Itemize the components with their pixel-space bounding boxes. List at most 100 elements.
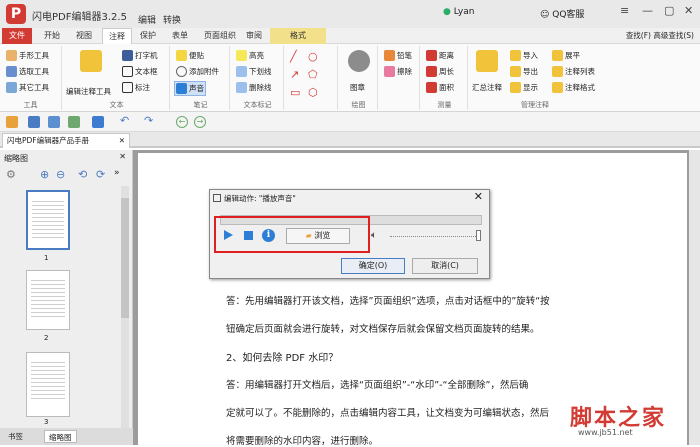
- stop-icon[interactable]: [244, 231, 253, 240]
- other-tools-button[interactable]: 其它工具: [6, 82, 49, 93]
- tools-icon: [6, 82, 17, 93]
- gear-icon[interactable]: ⚙: [6, 168, 16, 181]
- select-tool-label: 选取工具: [19, 67, 49, 76]
- play-icon[interactable]: [224, 230, 233, 240]
- ruler-icon: [426, 50, 437, 61]
- advanced-find-link[interactable]: 高级查找(S): [653, 31, 694, 40]
- cloud-icon[interactable]: [92, 116, 104, 128]
- circle-icon[interactable]: ○: [308, 50, 318, 63]
- polygon-icon[interactable]: ⬠: [308, 68, 318, 81]
- strikethrough-button[interactable]: 删除线: [236, 82, 272, 93]
- ok-button[interactable]: 确定(O): [341, 258, 405, 274]
- sound-button[interactable]: 声音: [174, 81, 206, 96]
- distance-button[interactable]: 距离: [426, 50, 454, 61]
- tab-page-organize[interactable]: 页面组织: [198, 28, 242, 44]
- minimize-icon[interactable]: —: [642, 4, 653, 17]
- attach-file-button[interactable]: 添加附件: [176, 66, 219, 77]
- stamp-button[interactable]: 图章: [350, 82, 365, 93]
- context-tab-convert[interactable]: 转换: [163, 13, 181, 26]
- page-thumbnail[interactable]: [26, 190, 70, 250]
- close-icon[interactable]: ✕: [684, 4, 693, 17]
- line-icon[interactable]: ╱: [290, 50, 297, 63]
- tab-bookmarks[interactable]: 书签: [4, 430, 27, 443]
- select-tool-button[interactable]: 选取工具: [6, 66, 49, 77]
- dialog-close-icon[interactable]: ✕: [474, 190, 483, 203]
- tab-review[interactable]: 审阅: [240, 28, 268, 44]
- more-icon[interactable]: »: [114, 168, 120, 178]
- tab-format[interactable]: 格式: [270, 28, 326, 44]
- info-icon[interactable]: i: [262, 229, 275, 242]
- panel-close-icon[interactable]: ✕: [119, 152, 126, 161]
- typewriter-button[interactable]: 打字机: [122, 50, 158, 61]
- perimeter-button[interactable]: 周长: [426, 66, 454, 77]
- textbox-button[interactable]: 文本框: [122, 66, 158, 77]
- open-icon[interactable]: [6, 116, 18, 128]
- flatten-label: 展平: [565, 51, 580, 60]
- panel-scrollbar[interactable]: [121, 186, 129, 441]
- maximize-icon[interactable]: ▢: [664, 4, 674, 17]
- callout-label: 标注: [135, 83, 150, 92]
- cancel-button[interactable]: 取消(C): [412, 258, 478, 274]
- area-button[interactable]: 面积: [426, 82, 454, 93]
- summarize-button[interactable]: 汇总注释: [472, 82, 502, 93]
- group-notes: 便贴 添加附件 声音 笔记: [172, 46, 230, 110]
- page-number: 1: [44, 254, 49, 262]
- pencil-button[interactable]: 铅笔: [384, 50, 412, 61]
- export-button[interactable]: 导出: [510, 66, 538, 77]
- summarize-label: 汇总注释: [472, 83, 502, 92]
- undo-icon[interactable]: ↶: [120, 114, 132, 127]
- rectangle-icon[interactable]: ▭: [290, 86, 300, 99]
- zoom-in-icon[interactable]: ⊕: [40, 168, 49, 181]
- import-button[interactable]: 导入: [510, 50, 538, 61]
- zoom-out-icon[interactable]: ⊖: [56, 168, 65, 181]
- user-area[interactable]: ● Lyan: [443, 7, 474, 17]
- print-icon[interactable]: [48, 116, 60, 128]
- quick-access-toolbar: ↶ ↷ ← →: [0, 112, 700, 132]
- page-thumbnail[interactable]: [26, 352, 70, 417]
- panel-scroll-thumb[interactable]: [121, 198, 129, 318]
- stamp-label: 图章: [350, 83, 365, 92]
- rotate-right-icon[interactable]: ⟳: [96, 168, 105, 181]
- distance-label: 距离: [439, 51, 454, 60]
- tab-home[interactable]: 开始: [38, 28, 66, 44]
- context-tab-edit[interactable]: 编辑: [138, 13, 156, 26]
- callout-button[interactable]: 标注: [122, 82, 150, 93]
- volume-slider-handle[interactable]: [476, 230, 481, 241]
- tab-view[interactable]: 视图: [70, 28, 98, 44]
- section-heading: 2、如何去除 PDF 水印？: [226, 353, 339, 364]
- edit-annotation-label: 编辑注释工具: [66, 87, 111, 96]
- rotate-left-icon[interactable]: ⟲: [78, 168, 87, 181]
- show-button[interactable]: 显示: [510, 82, 538, 93]
- annotation-format-button[interactable]: 注释格式: [552, 82, 595, 93]
- tab-form[interactable]: 表单: [166, 28, 194, 44]
- eraser-button[interactable]: 擦除: [384, 66, 412, 77]
- forward-icon[interactable]: →: [194, 116, 206, 128]
- arrow-icon[interactable]: ↗: [290, 68, 299, 81]
- save-icon[interactable]: [28, 116, 40, 128]
- edit-annotation-tool-button[interactable]: 编辑注释工具: [66, 86, 111, 97]
- find-link[interactable]: 查找(F): [626, 31, 651, 40]
- tab-thumbnails[interactable]: 缩略图: [44, 430, 77, 443]
- volume-slider[interactable]: [390, 236, 480, 237]
- pentagon-icon[interactable]: ⬡: [308, 86, 318, 99]
- document-scrollbar[interactable]: [689, 150, 700, 445]
- tab-protect[interactable]: 保护: [134, 28, 162, 44]
- flatten-button[interactable]: 展平: [552, 50, 580, 61]
- browse-button[interactable]: ▰ 浏览: [286, 228, 350, 244]
- document-tab[interactable]: 闪电PDF编辑器产品手册 ✕: [2, 133, 130, 148]
- tab-file[interactable]: 文件: [2, 28, 32, 44]
- support-button[interactable]: ☺ QQ客服: [540, 7, 584, 20]
- tab-annotate[interactable]: 注释: [102, 28, 132, 44]
- email-icon[interactable]: [68, 116, 80, 128]
- annotation-list-button[interactable]: 注释列表: [552, 66, 595, 77]
- back-icon[interactable]: ←: [176, 116, 188, 128]
- menu-icon[interactable]: ≡: [620, 4, 629, 17]
- hand-tool-button[interactable]: 手形工具: [6, 50, 49, 61]
- redo-icon[interactable]: ↷: [144, 114, 156, 127]
- sticky-note-button[interactable]: 便贴: [176, 50, 204, 61]
- document-tab-close-icon[interactable]: ✕: [119, 134, 125, 148]
- paragraph-line: 定就可以了。不能删除的，点击编辑内容工具，让文档变为可编辑状态，然后: [226, 408, 550, 419]
- highlight-button[interactable]: 高亮: [236, 50, 264, 61]
- underline-button[interactable]: 下划线: [236, 66, 272, 77]
- page-thumbnail[interactable]: [26, 270, 70, 330]
